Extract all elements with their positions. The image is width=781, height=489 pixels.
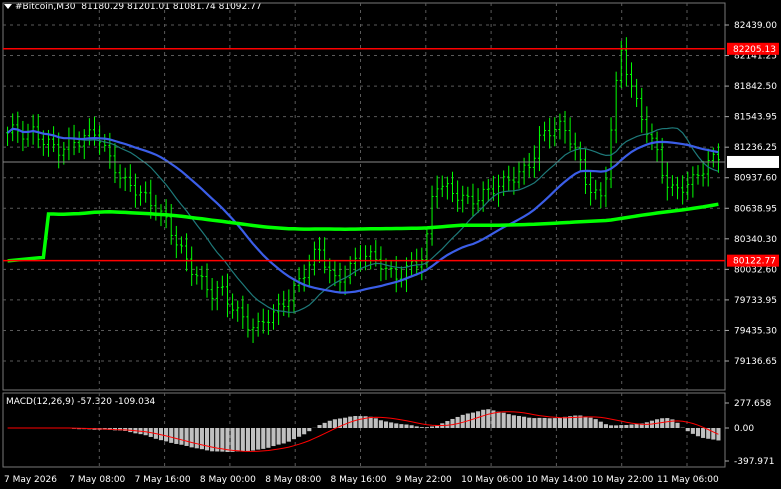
macd-tick-label: 0.00 [734,424,754,434]
time-axis-label: 8 May 16:00 [331,475,387,485]
price-tick-label: 80638.95 [734,204,777,214]
price-tick-label: 80937.60 [734,174,777,184]
current-price-label: 81092.77 [733,158,776,168]
time-axis-label: 10 May 22:00 [592,475,654,485]
main-panel-frame [2,2,726,391]
time-axis-label: 10 May 14:00 [526,475,588,485]
time-axis-label: 7 May 16:00 [135,475,191,485]
price-level-label: 80122.77 [733,257,776,267]
macd-signal-line [7,411,719,452]
price-tick-label: 79136.65 [734,357,777,367]
price-chart[interactable]: 82439.0082141.2581842.5081543.9581236.25… [0,0,781,489]
time-axis-label: 10 May 06:00 [461,475,523,485]
price-tick-label: 79435.30 [734,326,777,336]
time-axis-label: 9 May 22:00 [396,475,452,485]
price-tick-label: 80340.30 [734,235,777,245]
price-tick-label: 79733.95 [734,296,777,306]
price-tick-label: 81842.50 [734,82,777,92]
price-tick-label: 81236.25 [734,143,777,153]
macd-tick-label: 277.658 [734,399,771,409]
time-axis-label: 7 May 08:00 [69,475,125,485]
macd-tick-label: -397.971 [734,457,774,467]
price-tick-label: 81543.95 [734,113,777,123]
price-tick-label: 82439.00 [734,21,777,31]
time-axis-label: 8 May 00:00 [200,475,256,485]
time-axis-label: 8 May 08:00 [265,475,321,485]
price-level-label: 82205.13 [733,45,776,55]
time-axis-label: 7 May 2026 [4,475,57,485]
ma-slow-line [7,202,719,263]
price-tick-label: 80032.60 [734,265,777,275]
time-axis-label: 11 May 06:00 [657,475,719,485]
macd-panel-frame [2,392,726,468]
